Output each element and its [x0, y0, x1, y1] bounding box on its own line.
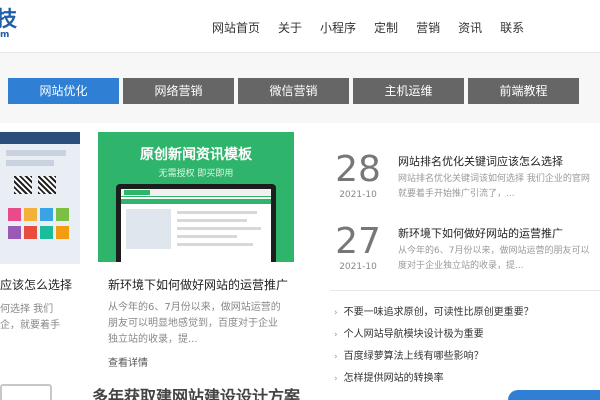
thumbnail-tile: [40, 208, 53, 221]
thumbnail-line: [6, 160, 54, 166]
thumbnail-tile: [24, 226, 37, 239]
news-day: 28: [335, 149, 381, 190]
screen-logo: [124, 190, 150, 195]
list-item-label: 个人网站导航模块设计极为重要: [343, 329, 484, 340]
list-item[interactable]: › 个人网站导航模块设计极为重要: [334, 324, 534, 346]
thumbnail-header-bar: [0, 132, 80, 144]
category-tabs: 网站优化 网络营销 微信营销 主机运维 前端教程: [8, 78, 583, 104]
news-date: 27 2021-10: [330, 221, 386, 273]
monitor-illustration: [116, 184, 276, 262]
chevron-right-icon: ›: [334, 374, 338, 384]
news-year-month: 2021-10: [339, 262, 377, 272]
news-desc: 从今年的6、7月份以来，做网站运营的朋友可以 度对于企业独立站的收录，提...: [398, 246, 590, 271]
list-item-label: 不要一味追求原创，可读性比原创更重要？: [343, 307, 534, 318]
screen-line: [177, 227, 261, 230]
news-title[interactable]: 新环境下如何做好网站的运营推广: [398, 225, 563, 241]
feature-card-title[interactable]: 新环境下如何做好网站的运营推广: [108, 276, 288, 293]
tab-host-ops[interactable]: 主机运维: [353, 78, 464, 104]
nav-contact[interactable]: 联系: [500, 20, 524, 36]
bottom-action-button[interactable]: [508, 390, 600, 400]
nav-mini-program[interactable]: 小程序: [320, 20, 356, 36]
left-card-thumbnail[interactable]: [0, 132, 80, 264]
main-nav: 网站首页 关于 小程序 定制 营销 资讯 联系: [212, 20, 542, 36]
feature-card-desc: 从今年的6、7月份以来，做网站运营的朋友可以明显地感觉到，百度对于企业独立站的收…: [108, 302, 281, 345]
article-list: › 不要一味追求原创，可读性比原创更重要？ › 个人网站导航模块设计极为重要 › 百度…: [334, 302, 534, 390]
nav-marketing[interactable]: 营销: [416, 20, 440, 36]
screen-line: [177, 243, 253, 246]
thumbnail-tile: [56, 208, 69, 221]
left-card-title[interactable]: 应该怎么选择: [0, 276, 72, 293]
thumbnail-tile: [24, 208, 37, 221]
tab-wechat-marketing[interactable]: 微信营销: [238, 78, 349, 104]
tab-website-optimization[interactable]: 网站优化: [8, 78, 119, 104]
list-item[interactable]: › 怎样提供网站的转换率: [334, 368, 534, 390]
news-day: 27: [335, 221, 381, 262]
screen-line: [177, 235, 237, 238]
screen-nav: [121, 199, 271, 204]
qr-code-icon: [38, 176, 56, 194]
news-date: 28 2021-10: [330, 149, 386, 201]
logo-subtext: m: [0, 30, 10, 40]
monitor-screen: [121, 189, 271, 262]
read-more-link[interactable]: 查看详情: [108, 354, 148, 369]
news-desc: 网站排名优化关键词该如何选择 我们企业的官网 就要着手开始推广引流了，...: [398, 174, 590, 199]
news-year-month: 2021-10: [339, 190, 377, 200]
thumbnail-tile: [8, 208, 21, 221]
nav-about[interactable]: 关于: [278, 20, 302, 36]
news-divider: [330, 290, 600, 291]
screen-line: [177, 211, 257, 214]
nav-custom[interactable]: 定制: [374, 20, 398, 36]
thumbnail-line: [6, 150, 66, 156]
chevron-right-icon: ›: [334, 330, 338, 340]
nav-home[interactable]: 网站首页: [212, 20, 260, 36]
thumbnail-tile: [56, 226, 69, 239]
qr-code-icon: [14, 176, 32, 194]
nav-news[interactable]: 资讯: [458, 20, 482, 36]
chevron-right-icon: ›: [334, 352, 338, 362]
tab-frontend-tutorial[interactable]: 前端教程: [468, 78, 579, 104]
chevron-right-icon: ›: [334, 308, 338, 318]
news-title[interactable]: 网站排名优化关键词应该怎么选择: [398, 153, 563, 169]
feature-card-image[interactable]: 原创新闻资讯模板 无需授权 即买即用: [98, 132, 294, 262]
feature-image-title: 原创新闻资讯模板: [140, 147, 252, 163]
screen-image: [126, 209, 171, 249]
thumbnail-tile: [40, 226, 53, 239]
thumbnail-tile: [8, 226, 21, 239]
logo-text: 技: [0, 7, 17, 31]
feature-image-subtitle: 无需授权 即买即用: [158, 169, 234, 179]
left-card-desc: 何选择 我们企，就要着手开: [0, 304, 60, 331]
bottom-banner-text: 多年获取建网站建设设计方案: [92, 387, 301, 400]
list-item-label: 怎样提供网站的转换率: [343, 373, 444, 384]
list-item-label: 百度绿萝算法上线有哪些影响？: [343, 351, 484, 362]
device-icon: [0, 384, 52, 400]
list-item[interactable]: › 不要一味追求原创，可读性比原创更重要？: [334, 302, 534, 324]
list-item[interactable]: › 百度绿萝算法上线有哪些影响？: [334, 346, 534, 368]
tab-network-marketing[interactable]: 网络营销: [123, 78, 234, 104]
screen-line: [177, 219, 247, 222]
